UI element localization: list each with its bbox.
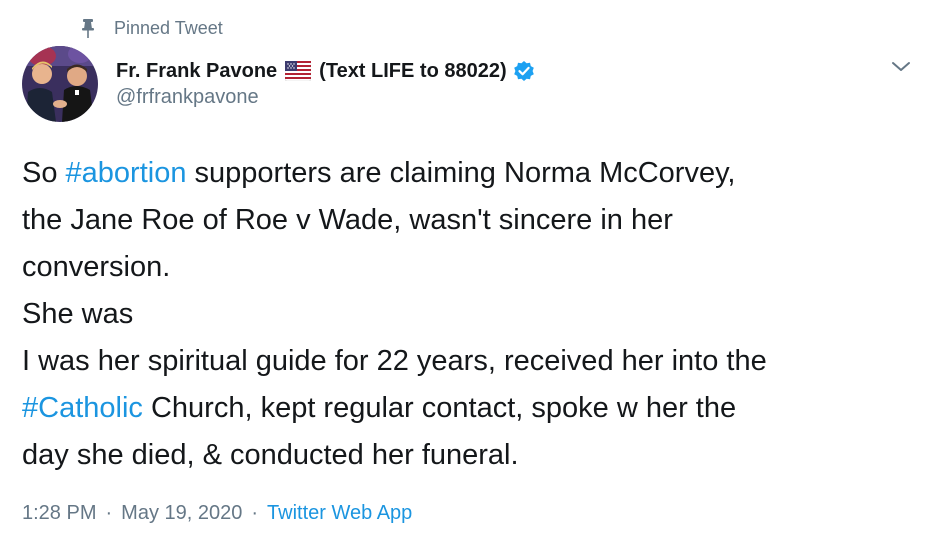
hashtag-link[interactable]: #abortion — [66, 157, 187, 189]
tweet-line: She was — [22, 291, 922, 338]
verified-badge-icon — [513, 60, 535, 82]
avatar[interactable] — [22, 46, 98, 122]
tweet-text-segment: conversion. — [22, 251, 171, 283]
hashtag-link[interactable]: #Catholic — [22, 392, 143, 424]
tweet-text-segment: Church, kept regular contact, spoke w he… — [142, 392, 737, 424]
tweet-line: #Catholic Church, kept regular contact, … — [22, 385, 922, 432]
meta-separator: · — [105, 502, 113, 524]
tweet-text-segment: I was her spiritual guide for 22 years, … — [22, 345, 767, 377]
tweet-metadata: 1:28 PM · May 19, 2020 · Twitter Web App — [22, 502, 412, 525]
tweet-text-segment: supporters are claiming Norma McCorvey, — [186, 157, 736, 189]
tweet-line: the Jane Roe of Roe v Wade, wasn't since… — [22, 197, 922, 244]
tweet-date[interactable]: May 19, 2020 — [121, 502, 242, 524]
pin-icon — [80, 18, 96, 38]
meta-separator: · — [251, 502, 259, 524]
pinned-label: Pinned Tweet — [114, 17, 223, 38]
tweet-text-segment: day she died, & conducted her funeral. — [22, 439, 519, 471]
tweet-text-segment: She was — [22, 298, 134, 330]
tweet-line: So #abortion supporters are claiming Nor… — [22, 150, 922, 197]
tweet-source-link[interactable]: Twitter Web App — [267, 502, 412, 524]
pinned-tweet-indicator: Pinned Tweet — [80, 16, 223, 40]
author-name-row[interactable]: Fr. Frank Pavone (Text LIFE to 88022) — [116, 57, 535, 85]
author-display-name[interactable]: Fr. Frank Pavone — [116, 60, 277, 83]
tweet-time[interactable]: 1:28 PM — [22, 502, 96, 524]
tweet-text-segment: So — [22, 157, 66, 189]
author-handle[interactable]: @frfrankpavone — [116, 86, 259, 109]
tweet-text-segment: the Jane Roe of Roe v Wade, wasn't since… — [22, 204, 673, 236]
us-flag-icon — [285, 61, 312, 81]
chevron-down-icon[interactable] — [890, 58, 912, 76]
tweet-line: day she died, & conducted her funeral. — [22, 432, 922, 479]
tweet-text: So #abortion supporters are claiming Nor… — [22, 150, 922, 479]
author-name-suffix[interactable]: (Text LIFE to 88022) — [319, 60, 506, 83]
tweet-line: I was her spiritual guide for 22 years, … — [22, 338, 922, 385]
tweet-line: conversion. — [22, 244, 922, 291]
